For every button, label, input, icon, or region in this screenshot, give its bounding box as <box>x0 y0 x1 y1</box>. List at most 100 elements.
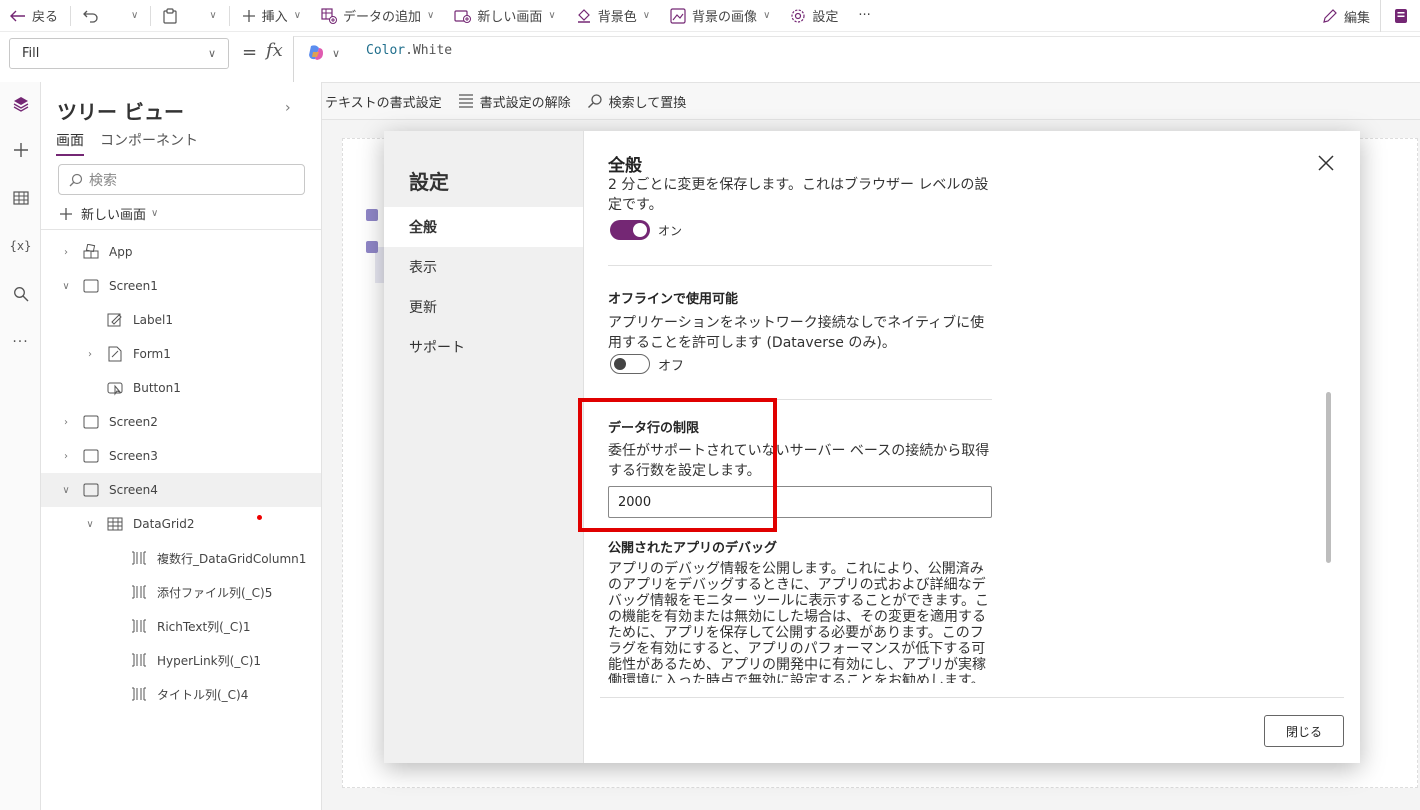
offline-toggle[interactable] <box>610 354 650 374</box>
back-arrow-icon <box>10 10 25 21</box>
data-rail-button[interactable] <box>0 174 41 222</box>
undo-dropdown[interactable]: ∨ <box>115 0 148 32</box>
nav-general[interactable]: 全般 <box>384 207 583 247</box>
checkbox-icon[interactable] <box>366 209 378 221</box>
format-text-button[interactable]: テキストの書式設定 <box>301 92 442 111</box>
new-screen-tree-label: 新しい画面 <box>81 208 147 223</box>
close-button[interactable]: 閉じる <box>1264 715 1344 747</box>
tree-node-form1[interactable]: › Form1 <box>41 337 321 371</box>
paste-dropdown[interactable]: ∨ <box>193 0 226 32</box>
new-screen-tree-button[interactable]: 新しい画面 ∨ <box>59 204 158 223</box>
background-image-label: 背景の画像 <box>692 10 758 25</box>
node-label: Screen3 <box>109 449 158 463</box>
equals-sign: = <box>242 42 258 63</box>
property-value: Fill <box>22 46 40 61</box>
nav-display[interactable]: 表示 <box>384 247 583 287</box>
settings-nav: 設定 全般 表示 更新 サポート <box>384 131 584 763</box>
search-icon <box>587 94 602 108</box>
left-rail: {x} ··· <box>0 82 41 810</box>
tree-node-column[interactable]: 添付ファイル列(_C)5 <box>41 575 321 609</box>
tab-screens[interactable]: 画面 <box>56 130 84 156</box>
tree-node-screen2[interactable]: › Screen2 <box>41 405 321 439</box>
screen-icon <box>83 449 99 463</box>
background-image-button[interactable]: 背景の画像 ∨ <box>660 0 780 32</box>
copilot-button[interactable]: ∨ <box>306 43 340 63</box>
remove-format-label: 書式設定の解除 <box>479 95 571 111</box>
nav-updates[interactable]: 更新 <box>384 287 583 327</box>
scrollbar-thumb[interactable] <box>1326 392 1331 563</box>
offline-title: オフラインで使用可能 <box>608 292 739 307</box>
tree-node-screen3[interactable]: › Screen3 <box>41 439 321 473</box>
insert-rail-button[interactable] <box>0 126 41 174</box>
remove-format-button[interactable]: 書式設定の解除 <box>458 92 571 111</box>
edit-label: 編集 <box>1343 10 1370 26</box>
app-menu-button[interactable] <box>1380 0 1420 32</box>
add-data-button[interactable]: データの追加 ∨ <box>311 0 444 32</box>
app-icon <box>83 244 99 260</box>
new-screen-button[interactable]: 新しい画面 ∨ <box>444 0 565 32</box>
background-color-button[interactable]: 背景色 ∨ <box>566 0 660 32</box>
tree-node-screen1[interactable]: ∨ Screen1 <box>41 269 321 303</box>
tree-view-button[interactable] <box>0 82 41 126</box>
tab-components[interactable]: コンポーネント <box>100 130 198 156</box>
tree-node-column[interactable]: 複数行_DataGridColumn1 <box>41 541 321 575</box>
chevron-right-icon: › <box>88 348 92 360</box>
form-icon <box>107 346 123 362</box>
debug-description: アプリのデバッグ情報を公開します。これにより、公開済みのアプリをデバッグするとき… <box>608 561 990 683</box>
command-bar: 戻る ∨ ∨ 挿入 ∨ データの追加 ∨ 新しい画面 ∨ 背景色 ∨ 背景の画像… <box>0 0 1420 32</box>
plus-icon <box>13 143 28 157</box>
chevron-down-icon: ∨ <box>548 10 556 21</box>
plus-icon <box>242 9 255 22</box>
screen-icon <box>83 483 99 497</box>
clipboard-icon <box>163 7 177 24</box>
back-button[interactable]: 戻る <box>0 0 68 32</box>
tree-tabs: 画面 コンポーネント <box>56 130 214 156</box>
chevron-down-icon: ∨ <box>332 46 341 60</box>
node-label: タイトル列(_C)4 <box>157 687 249 702</box>
node-label: Form1 <box>133 347 171 361</box>
search-rail-button[interactable] <box>0 270 41 318</box>
tree-node-screen4[interactable]: ∨ Screen4 <box>41 473 321 507</box>
column-icon <box>131 619 147 633</box>
more-rail-button[interactable]: ··· <box>0 318 41 366</box>
settings-button[interactable]: 設定 <box>780 0 848 32</box>
tree-node-datagrid2[interactable]: ∨ DataGrid2 <box>41 507 321 541</box>
node-label: 添付ファイル列(_C)5 <box>157 585 273 600</box>
collapse-panel-button[interactable]: › <box>285 100 291 116</box>
highlight-box <box>578 398 777 532</box>
tree-node-column[interactable]: タイトル列(_C)4 <box>41 677 321 711</box>
chevron-down-icon: ∨ <box>62 280 70 292</box>
insert-button[interactable]: 挿入 ∨ <box>232 0 311 32</box>
insert-label: 挿入 <box>261 10 288 25</box>
tree-node-column[interactable]: HyperLink列(_C)1 <box>41 643 321 677</box>
tree-node-column[interactable]: RichText列(_C)1 <box>41 609 321 643</box>
checkbox-icon[interactable] <box>366 241 378 253</box>
tree-node-label1[interactable]: Label1 <box>41 303 321 337</box>
tree-view-panel: ツリー ビュー › 画面 コンポーネント 検索 新しい画面 ∨ › App ∨ … <box>41 82 322 810</box>
variables-rail-button[interactable]: {x} <box>0 222 41 270</box>
offline-description: アプリケーションをネットワーク接続なしでネイティブに使用することを許可します (… <box>608 315 985 351</box>
find-replace-button[interactable]: 検索して置換 <box>587 92 686 111</box>
node-label: Screen1 <box>109 279 158 293</box>
more-button[interactable]: ··· <box>848 0 880 32</box>
nav-support[interactable]: サポート <box>384 327 583 367</box>
edit-button[interactable]: 編集 <box>1312 0 1380 32</box>
column-icon <box>131 653 147 667</box>
divider <box>41 229 321 230</box>
label-edit-icon <box>107 312 123 328</box>
tree-node-app[interactable]: › App <box>41 235 321 269</box>
undo-button[interactable] <box>73 0 115 32</box>
chevron-right-icon: › <box>64 416 68 428</box>
autosave-toggle[interactable] <box>610 220 650 240</box>
screen-icon <box>83 415 99 429</box>
offline-state: オフ <box>658 359 685 374</box>
settings-dialog: 設定 全般 表示 更新 サポート 全般 2 分ごとに変更を保存します。これはブラ… <box>384 131 1360 763</box>
property-dropdown[interactable]: Fill ∨ <box>9 38 229 69</box>
node-label: DataGrid2 <box>133 517 195 531</box>
table-icon <box>107 516 123 532</box>
tree-node-button1[interactable]: Button1 <box>41 371 321 405</box>
paste-button[interactable] <box>153 0 193 32</box>
gear-icon <box>791 8 805 23</box>
tree-search-input[interactable]: 検索 <box>58 164 305 195</box>
command-bar-right: 編集 <box>1312 0 1420 32</box>
